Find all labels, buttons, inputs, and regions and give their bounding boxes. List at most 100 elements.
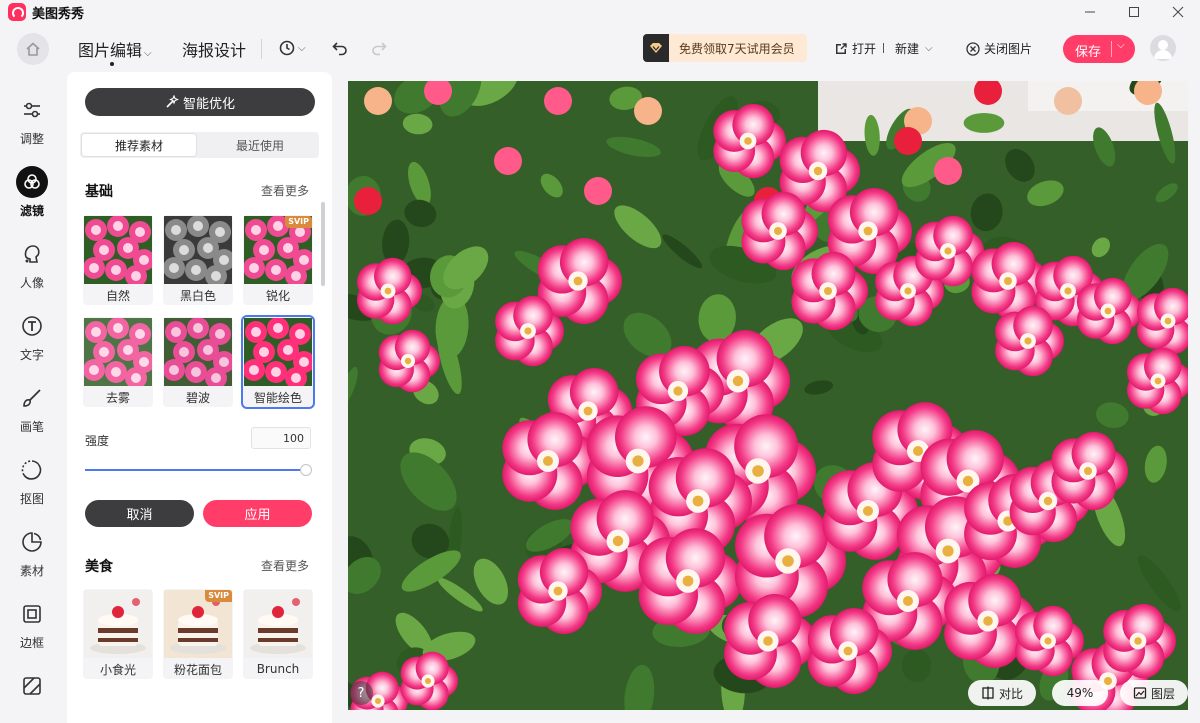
basic-filter-3[interactable]: 去雾: [83, 317, 153, 407]
filter-preview-image: [84, 318, 152, 386]
vip-trial-banner[interactable]: 免费领取7天试用会员: [643, 34, 807, 62]
filter-label: 锐化: [265, 288, 290, 303]
history-button[interactable]: ⌵: [278, 36, 306, 60]
rose-photo: [348, 81, 1188, 710]
nav-label-filter: 滤镜: [19, 204, 44, 218]
redo-button[interactable]: [370, 36, 388, 60]
food-filter-0[interactable]: 小食光: [83, 589, 153, 679]
food-filter-2[interactable]: Brunch: [243, 589, 313, 679]
cutout-icon: [16, 454, 48, 486]
filter-preview-image: [244, 318, 312, 386]
help-button[interactable]: ?: [349, 681, 373, 705]
title-bar: 美图秀秀: [0, 0, 1200, 24]
basic-filter-1[interactable]: 黑白色: [163, 215, 233, 305]
magic-wand-icon: [166, 95, 179, 108]
app-title: 美图秀秀: [32, 7, 85, 22]
save-label: 保存: [1075, 45, 1102, 60]
nav-label-brush: 画笔: [19, 420, 44, 434]
vip-trial-text: 免费领取7天试用会员: [679, 41, 795, 56]
nav-label-adjust: 调整: [19, 132, 44, 146]
svip-badge: SVIP: [205, 590, 232, 602]
strength-label: 强度: [85, 434, 110, 448]
nav-label-text: 文字: [19, 348, 44, 362]
toolbar-divider: [883, 43, 884, 53]
cancel-button[interactable]: 取消: [85, 500, 194, 527]
layers-label: 图层: [1150, 686, 1175, 701]
nav-label-sticker: 素材: [19, 564, 44, 578]
home-button[interactable]: [17, 33, 49, 65]
smart-optimize-button[interactable]: 智能优化: [85, 88, 315, 116]
compare-label: 对比: [998, 686, 1023, 701]
material-tabs: 推荐素材 最近使用: [80, 132, 319, 158]
nav-item-more[interactable]: [0, 666, 64, 723]
close-image-button[interactable]: 关闭图片: [966, 40, 1032, 57]
filter-label: 小食光: [99, 662, 136, 677]
nav-item-frame[interactable]: 边框: [0, 594, 64, 658]
chevron-down-icon[interactable]: ⌵: [1117, 40, 1125, 51]
filter-label: 粉花面包: [173, 662, 222, 677]
save-button[interactable]: 保存 ⌵: [1063, 35, 1135, 63]
text-icon: [16, 310, 48, 342]
active-indicator: [110, 62, 114, 66]
nav-item-cutout[interactable]: 抠图: [0, 450, 64, 514]
close-window-button[interactable]: [1156, 0, 1200, 24]
save-divider: [1111, 41, 1112, 57]
undo-button[interactable]: [331, 36, 349, 60]
section-title-basic: 基础: [85, 184, 113, 200]
food-see-more-link[interactable]: 查看更多: [261, 557, 309, 574]
basic-filter-2[interactable]: 锐化 SVIP: [243, 215, 313, 305]
tab-recommended[interactable]: 推荐素材: [82, 134, 196, 156]
panel-scrollbar[interactable]: [321, 202, 325, 286]
basic-see-more-link[interactable]: 查看更多: [261, 182, 309, 199]
nav-item-brush[interactable]: 画笔: [0, 378, 64, 442]
frame-icon: [16, 598, 48, 630]
close-icon: [1172, 6, 1184, 18]
filter-preview-image: [244, 590, 312, 658]
strength-slider-handle[interactable]: [300, 464, 312, 476]
smart-optimize-label: 智能优化: [182, 96, 235, 112]
svip-badge: SVIP: [285, 216, 312, 228]
maximize-button[interactable]: [1112, 0, 1156, 24]
nav-label-frame: 边框: [19, 636, 44, 650]
layers-button[interactable]: 图层: [1120, 680, 1188, 706]
food-filter-1[interactable]: 粉花面包 SVIP: [163, 589, 233, 679]
apply-button[interactable]: 应用: [203, 500, 312, 527]
avatar[interactable]: [1150, 35, 1176, 61]
zoom-level[interactable]: 49%: [1052, 680, 1108, 706]
undo-icon: [332, 42, 347, 56]
tab-recent[interactable]: 最近使用: [203, 134, 317, 156]
compare-button[interactable]: 对比: [968, 680, 1036, 706]
basic-filter-0[interactable]: 自然: [83, 215, 153, 305]
filter-label: 碧波: [185, 390, 210, 405]
strength-slider-track[interactable]: [85, 469, 307, 471]
redo-icon: [372, 42, 387, 56]
nav-label-cutout: 抠图: [19, 492, 44, 506]
basic-filter-4[interactable]: 碧波: [163, 317, 233, 407]
filter-label: 智能绘色: [253, 390, 302, 405]
strength-value-input[interactable]: 100: [251, 427, 311, 449]
image-edit-menu[interactable]: 图片编辑 ⌵: [78, 37, 152, 61]
basic-filter-5[interactable]: 智能绘色: [243, 317, 313, 407]
minimize-button[interactable]: [1068, 0, 1112, 24]
new-menu[interactable]: 新建 ⌵: [895, 40, 933, 57]
nav-item-sticker[interactable]: 素材: [0, 522, 64, 586]
nav-item-portrait[interactable]: 人像: [0, 234, 64, 298]
filter-label: 自然: [105, 288, 130, 303]
nav-item-adjust[interactable]: 调整: [0, 90, 64, 154]
poster-design-tab[interactable]: 海报设计: [182, 37, 246, 61]
filter-panel: 智能优化 推荐素材 最近使用 基础 查看更多 自然 黑白色 锐化 SVIP 去雾 碧波 智能…: [67, 72, 332, 723]
minimize-icon: [1085, 11, 1095, 13]
filter-preview-image: [164, 318, 232, 386]
image-edit-label: 图片编辑: [78, 41, 143, 60]
open-label: 打开: [852, 42, 877, 56]
nav-item-text[interactable]: 文字: [0, 306, 64, 370]
canvas-area[interactable]: ? 对比 49% 图层: [336, 72, 1200, 723]
nav-item-filter[interactable]: 滤镜: [0, 162, 64, 226]
sticker-icon: [16, 526, 48, 558]
open-button[interactable]: 打开: [834, 40, 876, 57]
photo-canvas[interactable]: [348, 81, 1188, 710]
mosaic-icon: [16, 670, 48, 702]
filter-label: 去雾: [105, 390, 130, 405]
home-icon: [26, 42, 40, 56]
close-image-label: 关闭图片: [984, 42, 1033, 56]
